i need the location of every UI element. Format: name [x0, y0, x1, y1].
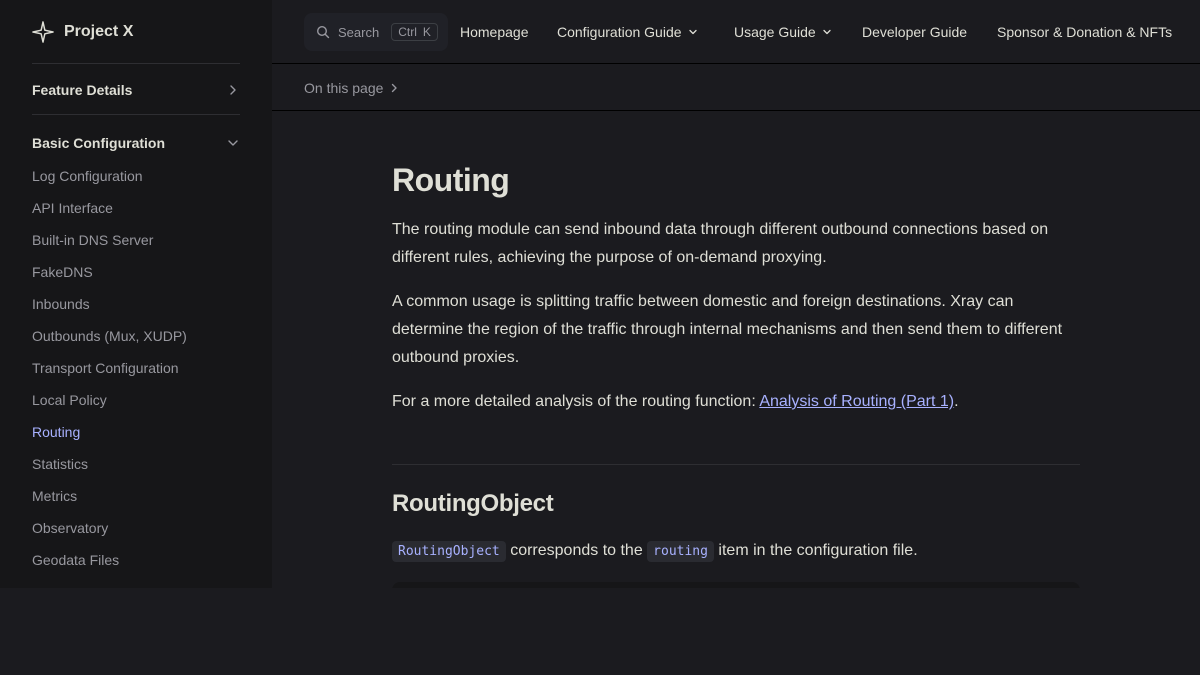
- nav-sponsor[interactable]: Sponsor & Donation & NFTs: [997, 0, 1172, 64]
- nav-configuration-guide[interactable]: Configuration Guide: [557, 0, 700, 64]
- sidebar-section-feature-details[interactable]: Feature Details: [32, 78, 240, 102]
- kbd-key: K: [422, 25, 431, 39]
- nav-homepage[interactable]: Homepage: [460, 0, 529, 64]
- project-x-logo-icon: [32, 21, 54, 43]
- on-this-page-label: On this page: [304, 80, 384, 96]
- chevron-down-icon: [688, 29, 697, 35]
- sidebar: Project X Feature Details Basic Configur…: [0, 0, 272, 588]
- chevron-right-icon: [392, 83, 398, 93]
- inline-code-routingobject: RoutingObject: [392, 541, 506, 562]
- local-nav: On this page: [272, 65, 1200, 111]
- inline-code-routing: routing: [647, 541, 714, 562]
- sidebar-item-transport-configuration[interactable]: Transport Configuration: [32, 352, 240, 384]
- on-this-page-button[interactable]: On this page: [304, 65, 401, 111]
- code-block: [392, 582, 1080, 588]
- nav-homepage-label: Homepage: [460, 24, 529, 40]
- sidebar-item-geodata-files[interactable]: Geodata Files: [32, 544, 240, 576]
- page-title: Routing: [392, 162, 510, 198]
- search-button[interactable]: Search Ctrl K: [304, 13, 448, 51]
- sidebar-section-label: Feature Details: [32, 82, 133, 98]
- paragraph-routingobject-mid: corresponds to the: [505, 542, 648, 559]
- paragraph-intro: The routing module can send inbound data…: [392, 221, 1049, 266]
- chevron-down-icon: [228, 140, 238, 146]
- paragraph-analysis-suffix: .: [954, 393, 959, 410]
- sidebar-item-inbounds[interactable]: Inbounds: [32, 288, 240, 320]
- sidebar-item-observatory[interactable]: Observatory: [32, 512, 240, 544]
- sidebar-item-metrics[interactable]: Metrics: [32, 480, 240, 512]
- sidebar-section-basic-configuration[interactable]: Basic Configuration: [32, 131, 240, 155]
- paragraph-analysis: For a more detailed analysis of the rout…: [392, 388, 1080, 416]
- top-nav: Search Ctrl K Homepage Configuration Gui…: [272, 0, 1200, 64]
- section-heading-routingobject: RoutingObject: [392, 490, 554, 517]
- sidebar-section-label: Basic Configuration: [32, 135, 166, 151]
- docs-viewport: Project X Feature Details Basic Configur…: [0, 0, 1200, 588]
- paragraph-routingobject: RoutingObject corresponds to the routing…: [392, 537, 1080, 566]
- paragraph-common-usage: A common usage is splitting traffic betw…: [392, 293, 1063, 366]
- sidebar-item-routing[interactable]: Routing: [32, 416, 240, 448]
- nav-developer-guide-label: Developer Guide: [862, 24, 968, 40]
- paragraph-analysis-prefix: For a more detailed analysis of the rout…: [392, 393, 760, 410]
- kbd-ctrl: Ctrl: [398, 25, 417, 39]
- sidebar-divider: [32, 63, 240, 64]
- nav-usage-guide[interactable]: Usage Guide: [734, 0, 834, 64]
- sidebar-divider: [32, 114, 240, 115]
- nav-developer-guide[interactable]: Developer Guide: [862, 0, 967, 64]
- sidebar-item-log-configuration[interactable]: Log Configuration: [32, 160, 240, 192]
- paragraph-routingobject-suffix: item in the configuration file.: [713, 542, 918, 559]
- chevron-down-icon: [823, 29, 831, 35]
- chevron-right-icon: [230, 85, 236, 95]
- sidebar-item-outbounds[interactable]: Outbounds (Mux, XUDP): [32, 320, 240, 352]
- sidebar-item-fakedns[interactable]: FakeDNS: [32, 256, 240, 288]
- sidebar-item-local-policy[interactable]: Local Policy: [32, 384, 240, 416]
- nav-configuration-guide-label: Configuration Guide: [557, 24, 682, 40]
- sidebar-item-api-interface[interactable]: API Interface: [32, 192, 240, 224]
- section-divider: [392, 464, 1080, 465]
- nav-sponsor-label: Sponsor & Donation & NFTs: [997, 24, 1173, 40]
- sidebar-items: Log Configuration API Interface Built-in…: [32, 160, 240, 576]
- sidebar-item-statistics[interactable]: Statistics: [32, 448, 240, 480]
- search-icon: [316, 25, 330, 39]
- brand-title: Project X: [64, 23, 134, 40]
- search-shortcut: Ctrl K: [391, 23, 438, 41]
- search-label: Search: [338, 24, 380, 40]
- sidebar-item-dns-server[interactable]: Built-in DNS Server: [32, 224, 240, 256]
- nav-usage-guide-label: Usage Guide: [734, 24, 816, 40]
- analysis-of-routing-link[interactable]: Analysis of Routing (Part 1): [759, 393, 954, 410]
- brand[interactable]: Project X: [32, 18, 133, 46]
